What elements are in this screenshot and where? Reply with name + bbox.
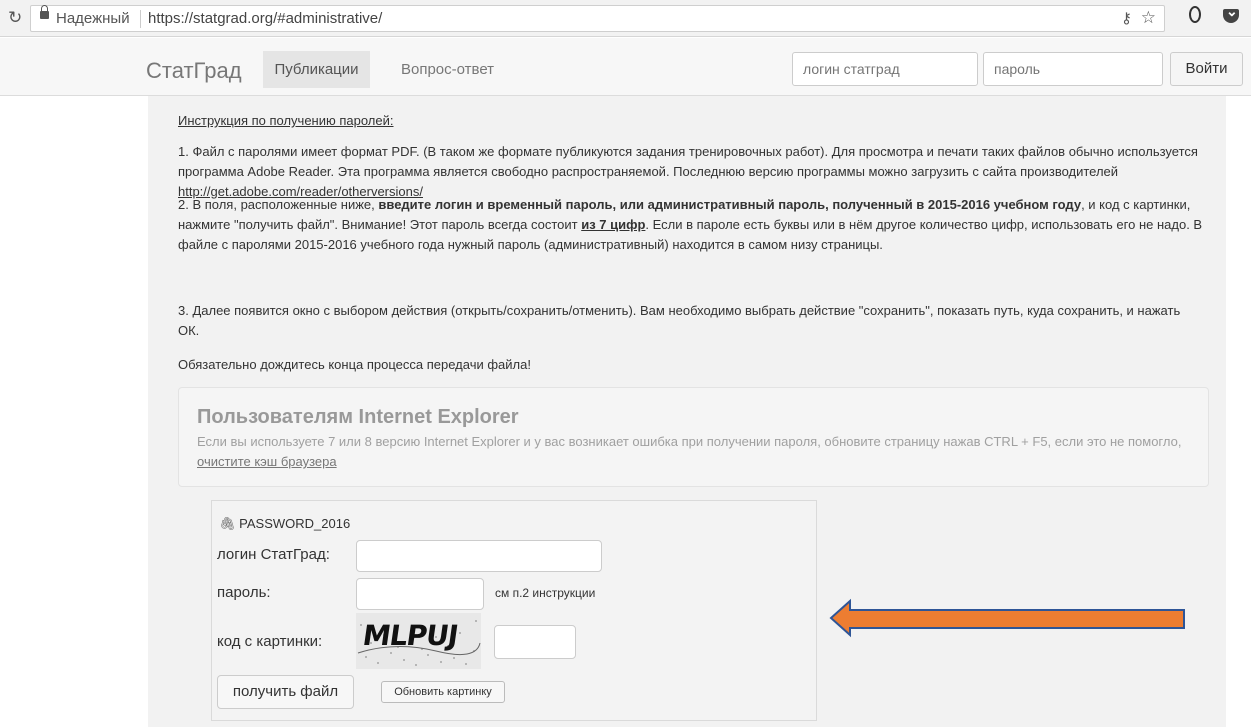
annotation-arrow	[829, 598, 1185, 638]
form-password-input[interactable]	[356, 578, 484, 610]
heading-text: Инструкция по получению паролей:	[178, 113, 394, 128]
password-input[interactable]	[983, 52, 1163, 86]
instruction-1-text: 1. Файл с паролями имеет формат PDF. (В …	[178, 144, 1198, 179]
form-title-text: PASSWORD_2016	[239, 516, 351, 531]
login-button[interactable]: Войти	[1170, 52, 1243, 86]
captcha-text: MLPUJ	[360, 619, 460, 652]
address-separator	[140, 10, 141, 28]
refresh-captcha-button[interactable]: Обновить картинку	[381, 681, 505, 703]
instruction-2-bold: введите логин и временный пароль, или ад…	[378, 197, 1082, 212]
address-bar[interactable]: Надежный https://statgrad.org/#administr…	[30, 5, 1165, 32]
instruction-2-seven-digits: из 7 цифр	[581, 217, 646, 232]
secure-label[interactable]: Надежный	[56, 10, 130, 27]
login-input[interactable]	[792, 52, 978, 86]
ie-notice: Пользователям Internet Explorer Если вы …	[178, 387, 1209, 487]
get-file-button[interactable]: получить файл	[217, 675, 354, 709]
tab-qa[interactable]: Вопрос-ответ	[401, 61, 494, 78]
password-form: 🖇 PASSWORD_2016 логин СтатГрад: пароль: …	[211, 500, 817, 721]
captcha-label: код с картинки:	[217, 633, 323, 650]
form-title: 🖇 PASSWORD_2016	[219, 516, 350, 532]
captcha-input[interactable]	[494, 625, 576, 659]
brand-logo[interactable]: СтатГрад	[146, 58, 242, 84]
browser-toolbar: ↻ Надежный https://statgrad.org/#adminis…	[0, 0, 1251, 37]
arrow-shape	[829, 598, 1185, 638]
clear-cache-link[interactable]: очистите кэш браузера	[197, 454, 337, 469]
tab-publications[interactable]: Публикации	[263, 51, 370, 88]
opera-icon[interactable]	[1189, 6, 1201, 23]
site-navbar: СтатГрад Публикации Вопрос-ответ Войти	[0, 38, 1251, 96]
instruction-1: 1. Файл с паролями имеет формат PDF. (В …	[178, 142, 1203, 202]
paperclip-icon: 🖇	[219, 516, 236, 531]
login-label: логин СтатГрад:	[217, 546, 330, 563]
ie-notice-body: Если вы используете 7 или 8 версию Inter…	[197, 434, 1182, 449]
ie-notice-text: Если вы используете 7 или 8 версию Inter…	[197, 432, 1197, 472]
instruction-3: 3. Далее появится окно с выбором действи…	[178, 303, 1181, 338]
instruction-2: 2. В поля, расположенные ниже, введите л…	[178, 195, 1208, 255]
reload-icon[interactable]: ↻	[8, 8, 22, 28]
password-hint: см п.2 инструкции	[495, 586, 596, 600]
form-login-input[interactable]	[356, 540, 602, 572]
instruction-4: Обязательно дождитесь конца процесса пер…	[178, 357, 531, 372]
ie-notice-title: Пользователям Internet Explorer	[197, 406, 519, 428]
instruction-2-start: 2. В поля, расположенные ниже,	[178, 197, 379, 212]
pocket-icon[interactable]	[1223, 3, 1239, 23]
password-label: пароль:	[217, 584, 271, 601]
star-icon[interactable]: ☆	[1141, 8, 1156, 28]
lock-icon[interactable]	[40, 5, 49, 19]
instructions-heading: Инструкция по получению паролей:	[178, 111, 394, 131]
captcha-image: MLPUJ	[356, 613, 481, 669]
url-text[interactable]: https://statgrad.org/#administrative/	[148, 10, 382, 27]
key-icon[interactable]: ⚷	[1121, 9, 1132, 27]
